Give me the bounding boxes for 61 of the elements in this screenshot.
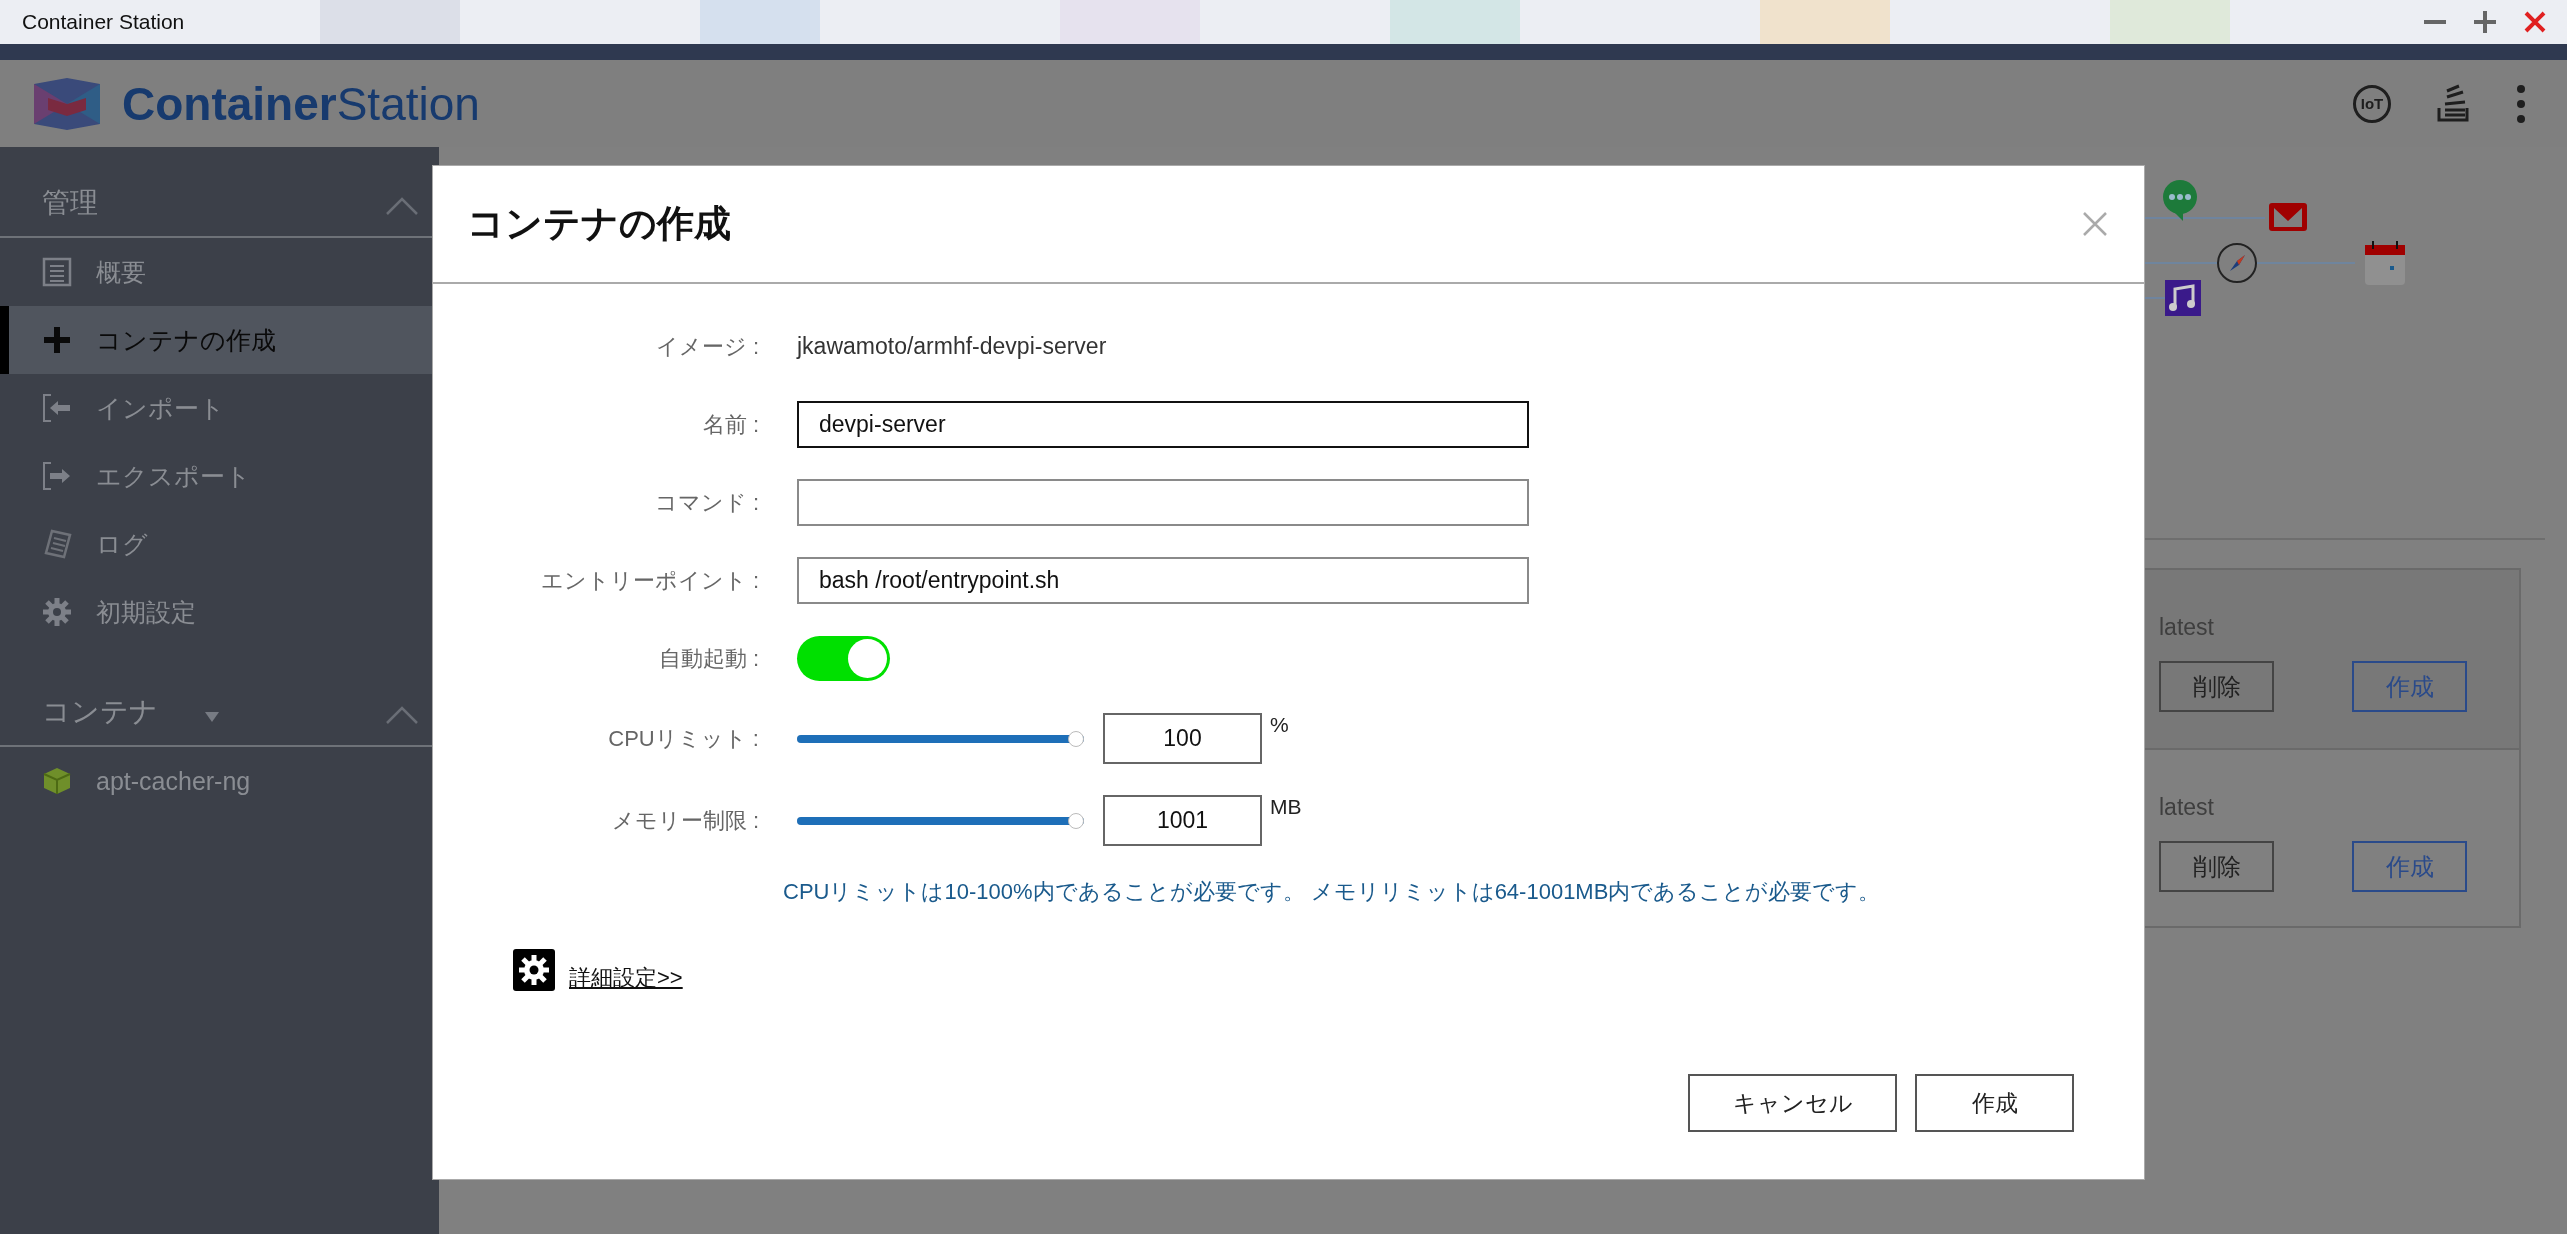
- input-field[interactable]: bash /root/entrypoint.sh: [797, 557, 1529, 604]
- dialog-title: コンテナの作成: [467, 202, 731, 246]
- toggle-switch[interactable]: [797, 636, 890, 681]
- export-icon: [42, 461, 72, 491]
- field-label: 名前 :: [701, 410, 759, 439]
- mail-icon: [2269, 203, 2307, 231]
- more-icon[interactable]: [2515, 83, 2527, 124]
- sidebar-item[interactable]: インポート: [0, 374, 439, 442]
- slider[interactable]: [797, 811, 1084, 830]
- cancel-button[interactable]: キャンセル: [1688, 1074, 1897, 1132]
- settings-icon: [513, 949, 555, 991]
- delete-button[interactable]: 削除: [2159, 841, 2274, 892]
- image-name: jkawamoto/armhf-devpi-server: [797, 333, 1107, 360]
- chevron-icon[interactable]: [385, 196, 419, 216]
- window-title: Container Station: [22, 10, 185, 34]
- sidebar-item[interactable]: apt-cacher-ng: [0, 747, 439, 815]
- list-icon: [42, 257, 72, 287]
- section-title: 管理: [42, 186, 98, 220]
- delete-button[interactable]: 削除: [2159, 661, 2274, 712]
- sidebar-item[interactable]: 概要: [0, 238, 439, 306]
- field-label: 自動起動 :: [657, 644, 759, 673]
- unit-label: MB: [1270, 795, 1302, 819]
- field-label: エントリーポイント :: [539, 566, 759, 595]
- scroll-icon: [42, 529, 72, 559]
- number-field[interactable]: 1001: [1103, 795, 1262, 846]
- close-icon[interactable]: [2523, 10, 2547, 34]
- iot-icon[interactable]: IoT: [2353, 84, 2391, 123]
- field-label: イメージ :: [654, 332, 759, 361]
- sidebar-item[interactable]: エクスポート: [0, 442, 439, 510]
- image-tag: latest: [2159, 794, 2214, 820]
- create-button[interactable]: 作成: [1915, 1074, 2074, 1132]
- sidebar-item[interactable]: ログ: [0, 510, 439, 578]
- dropdown-icon[interactable]: [204, 711, 220, 723]
- music-icon: [2165, 280, 2201, 316]
- number-field[interactable]: 100: [1103, 713, 1262, 764]
- calendar-icon: [2365, 240, 2405, 285]
- hint-text: CPUリミットは10-100%内であることが必要です。 メモリリミットは64-1001MB内であることが必要です。: [783, 878, 1882, 906]
- compass-icon: [2217, 243, 2257, 283]
- field-label: コマンド :: [653, 488, 759, 517]
- sidebar-item[interactable]: 初期設定: [0, 578, 439, 646]
- create-button[interactable]: 作成: [2352, 841, 2467, 892]
- unit-label: %: [1270, 713, 1289, 737]
- input-field[interactable]: [797, 479, 1529, 526]
- input-field[interactable]: devpi-server: [797, 401, 1529, 448]
- slider[interactable]: [797, 729, 1084, 748]
- image-tag: latest: [2159, 614, 2214, 640]
- chevron-icon[interactable]: [385, 705, 419, 725]
- cube-icon: [42, 766, 72, 796]
- stack-icon[interactable]: [2435, 83, 2471, 124]
- field-label: メモリー制限 :: [610, 806, 759, 835]
- chat-icon: [2163, 180, 2197, 221]
- field-label: CPUリミット :: [607, 724, 759, 753]
- create-button[interactable]: 作成: [2352, 661, 2467, 712]
- maximize-icon[interactable]: [2473, 10, 2497, 34]
- app-logo-text: ContainerStation: [122, 76, 480, 131]
- settings-icon: [42, 597, 72, 627]
- plus-icon: [42, 325, 72, 355]
- close-icon[interactable]: [2082, 211, 2108, 237]
- advanced-settings-link[interactable]: 詳細設定>>: [569, 963, 683, 993]
- section-title: コンテナ: [42, 695, 158, 729]
- import-icon: [42, 393, 72, 423]
